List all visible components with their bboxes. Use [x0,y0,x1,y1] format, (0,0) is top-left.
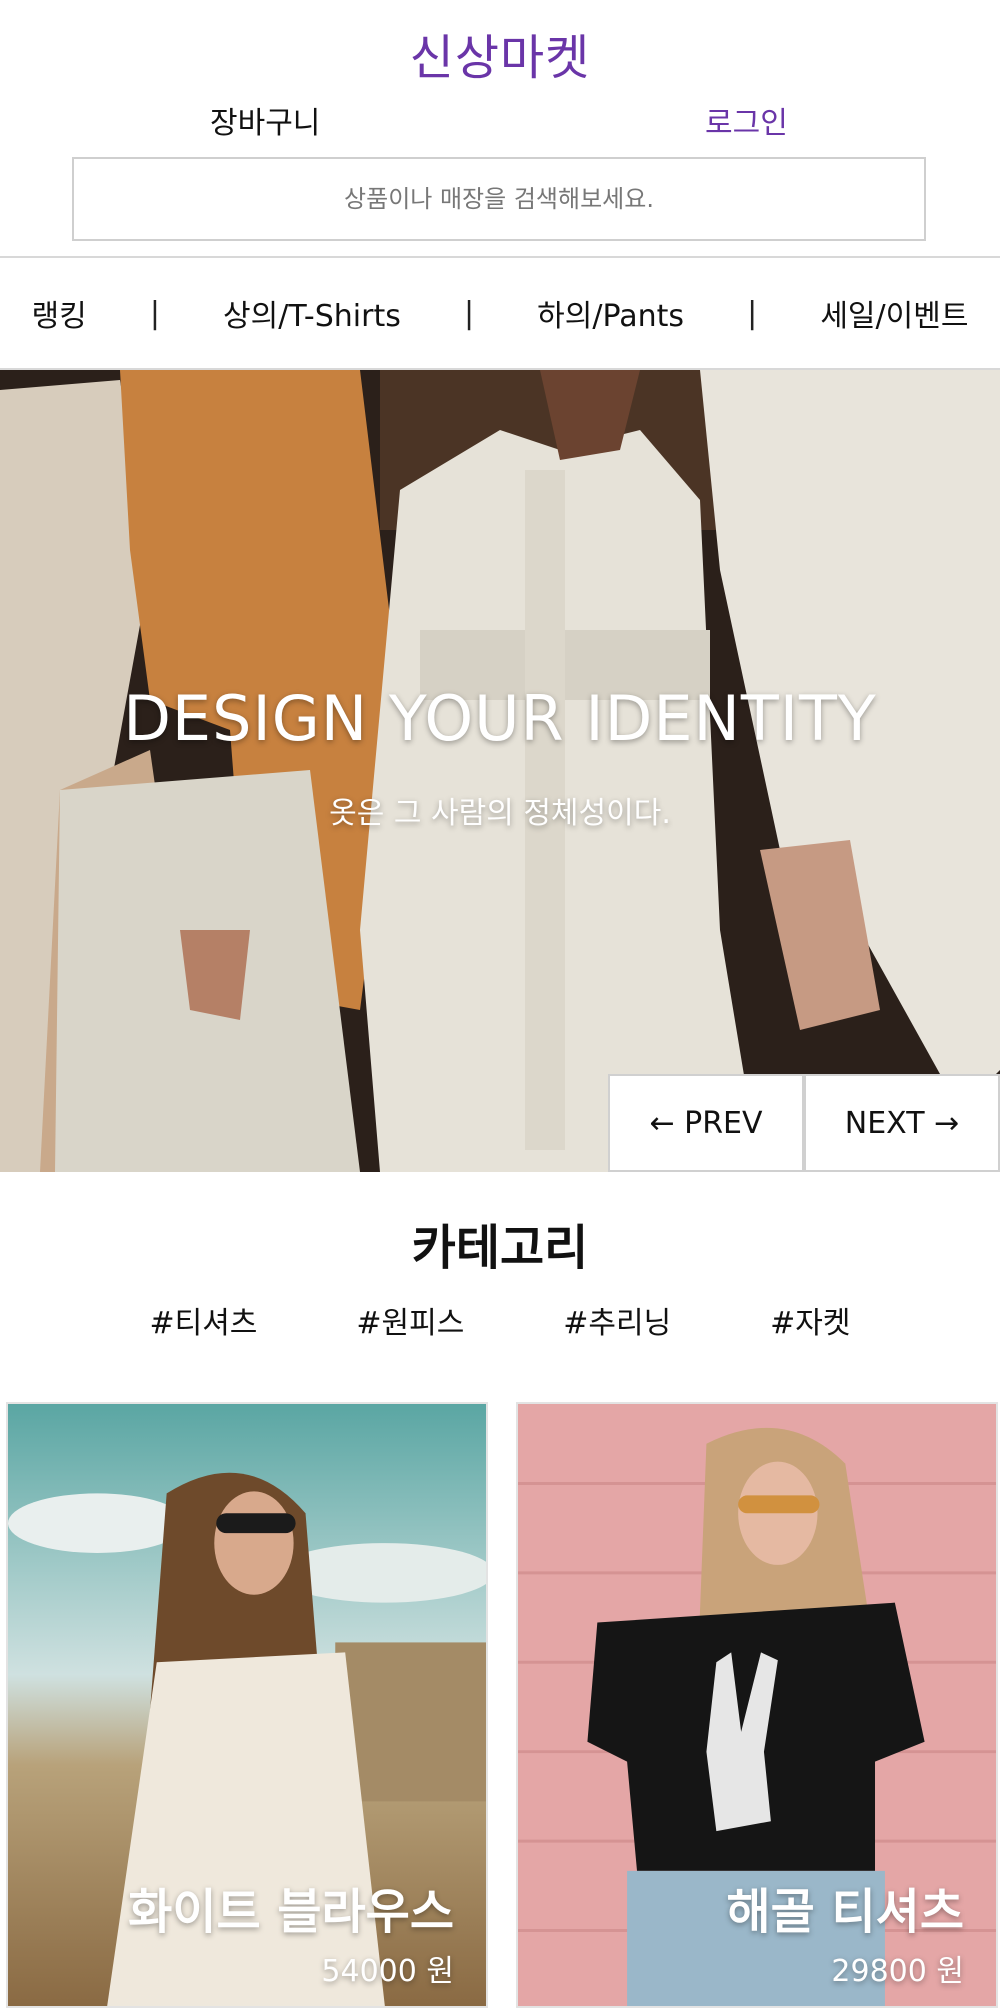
tag-onepiece[interactable]: #원피스 [356,1298,464,1342]
next-button[interactable]: NEXT → [804,1074,1000,1172]
cart-link[interactable]: 장바구니 [210,98,320,142]
nav-separator: | [149,295,160,331]
nav-item-ranking[interactable]: 랭킹 [32,291,87,335]
nav-item-pants[interactable]: 하의/Pants [537,291,684,335]
nav-item-sale[interactable]: 세일/이벤트 [820,291,968,335]
product-name: 해골 티셔츠 [726,1884,964,1940]
brand-logo[interactable]: 신상마켓 [0,18,1000,88]
tag-jacket[interactable]: #자켓 [770,1298,850,1342]
category-title: 카테고리 [411,1220,589,1276]
product-name: 화이트 블라우스 [128,1884,454,1940]
hero-image [0,370,1000,1172]
login-link[interactable]: 로그인 [705,98,788,142]
product-price: 54000 원 [321,1954,454,1989]
nav-separator: | [463,295,475,331]
hero-banner: DESIGN YOUR IDENTITY 옷은 그 사람의 정체성이다. ← P… [0,370,1000,1172]
product-card[interactable]: 해골 티셔츠 29800 원 [516,1402,998,2008]
product-price: 29800 원 [831,1954,964,1989]
tag-training[interactable]: #추리닝 [563,1298,671,1342]
category-tags: #티셔츠 #원피스 #추리닝 #자켓 [100,1298,900,1342]
prev-button[interactable]: ← PREV [608,1074,804,1172]
search-input[interactable] [72,157,926,241]
hero-subtitle: 옷은 그 사람의 정체성이다. [329,796,671,831]
category-nav: 랭킹 | 상의/T-Shirts | 하의/Pants | 세일/이벤트 [0,258,1000,368]
nav-item-tshirts[interactable]: 상의/T-Shirts [223,291,401,335]
tag-tshirt[interactable]: #티셔츠 [149,1298,257,1342]
nav-separator: | [747,295,758,331]
hero-title: DESIGN YOUR IDENTITY [123,682,877,755]
product-card[interactable]: 화이트 블라우스 54000 원 [6,1402,488,2008]
